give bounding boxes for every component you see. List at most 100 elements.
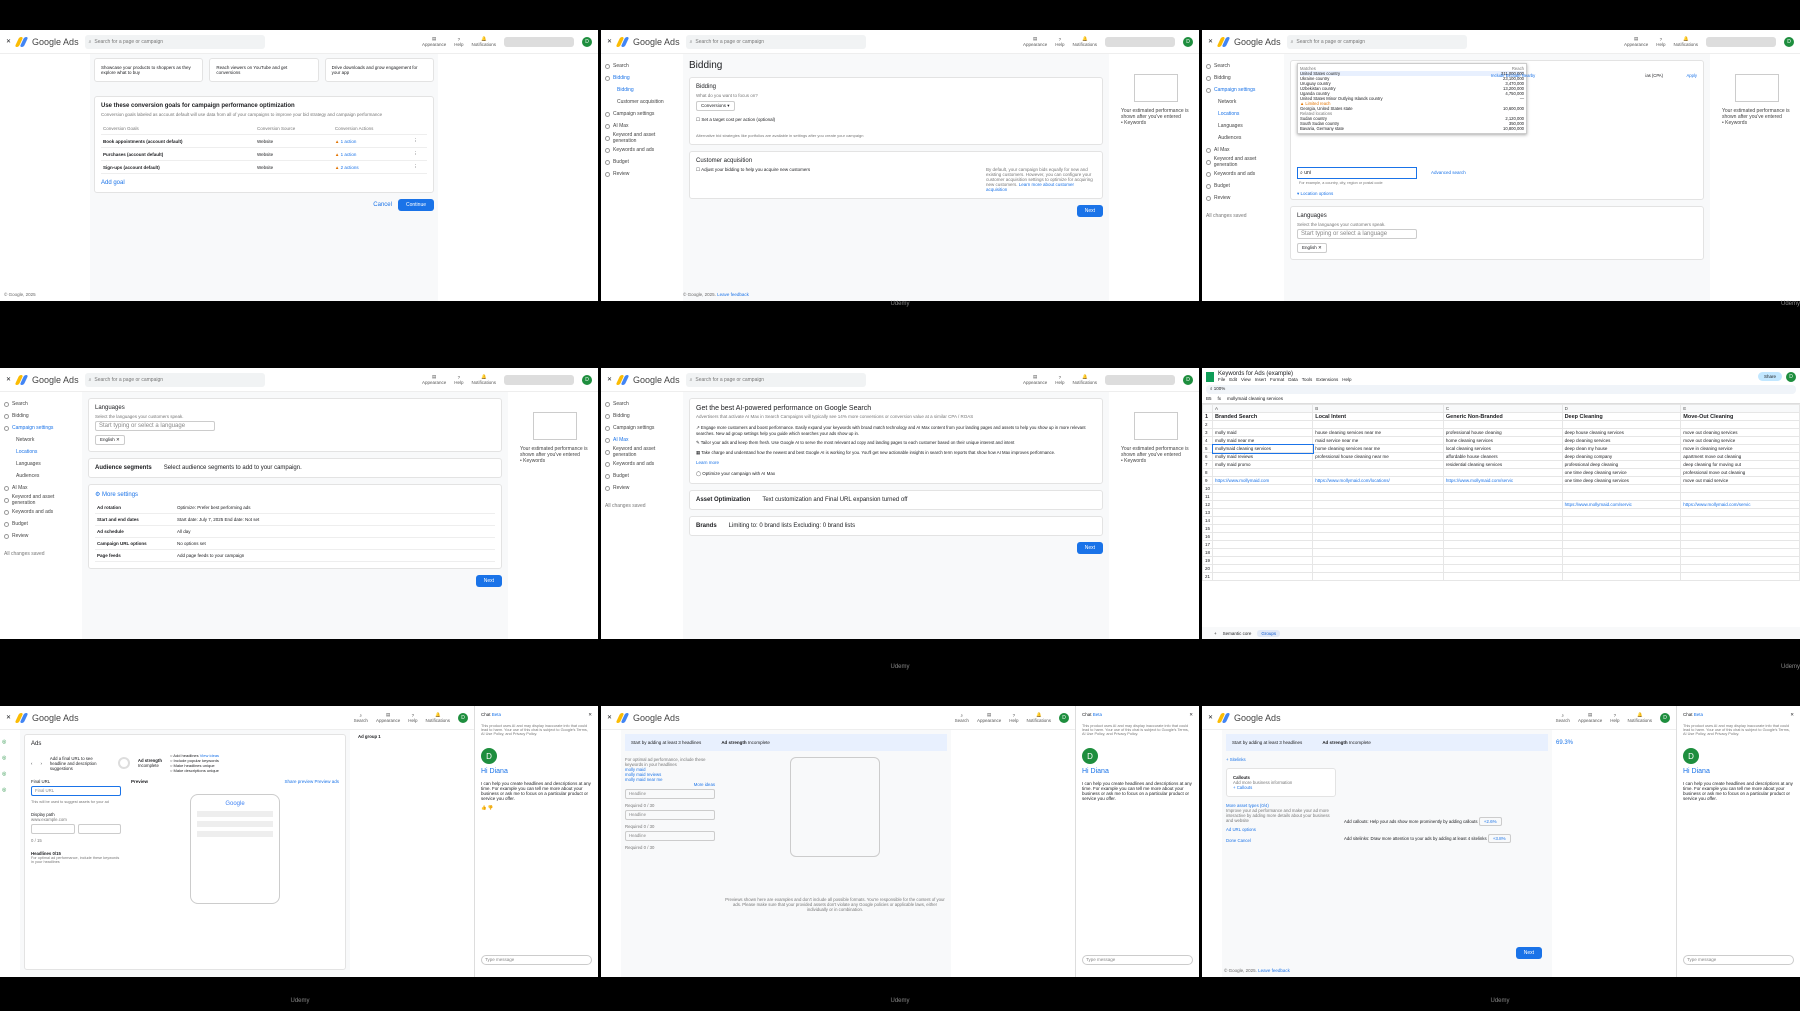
sidebar-item-keyword-generation[interactable]: Keyword and asset generation <box>4 494 74 506</box>
table-row[interactable]: Campaign URL options No options set <box>95 537 495 550</box>
menu-item[interactable]: Tools <box>1302 377 1313 382</box>
close-icon[interactable]: ✕ <box>1790 712 1794 718</box>
goal-card[interactable]: Reach viewers on YouTube and get convers… <box>209 58 319 82</box>
sitelinks-button[interactable]: + Sitelinks <box>1226 757 1336 762</box>
cell[interactable]: Branded Search <box>1212 412 1314 421</box>
notifications-button[interactable]: 🔔 Notifications <box>471 374 496 385</box>
url-options-toggle[interactable]: Ad URL options <box>1226 827 1336 832</box>
cell[interactable] <box>1312 460 1444 469</box>
close-icon[interactable]: ✕ <box>607 38 612 45</box>
help-button[interactable]: ? Help <box>1009 713 1018 723</box>
sidebar-item-keyword-generation[interactable]: Keyword and asset generation <box>605 446 675 458</box>
list-item[interactable]: Bavaria, Germany state 10,800,000 <box>1300 126 1524 131</box>
advanced-search-link[interactable]: Advanced search <box>1431 170 1466 175</box>
language-chip[interactable]: English ✕ <box>95 435 125 445</box>
menu-item[interactable]: Format <box>1270 377 1284 382</box>
acquire-checkbox[interactable]: ☐ <box>696 167 700 172</box>
headline-input[interactable]: Headline <box>625 810 715 820</box>
sidebar-sub-bidding[interactable]: Bidding <box>605 84 675 96</box>
avatar[interactable]: D <box>1660 712 1670 723</box>
help-button[interactable]: ? Help <box>1055 37 1064 47</box>
cell[interactable]: professional house cleaning <box>1442 428 1563 437</box>
help-button[interactable]: ? Help <box>1055 375 1064 385</box>
cell[interactable]: apartment move out cleaning <box>1680 452 1800 461</box>
close-icon[interactable]: ✕ <box>6 376 11 383</box>
goal-card[interactable]: Showcase your products to shoppers as th… <box>94 58 204 82</box>
target-cpa-checkbox[interactable]: ☐ <box>696 117 700 122</box>
cell[interactable] <box>1442 468 1563 477</box>
final-url-input[interactable]: Final URL <box>31 786 121 796</box>
cell[interactable]: professional house cleaning near me <box>1312 452 1444 461</box>
language-chip[interactable]: English ✕ <box>1297 243 1327 253</box>
cell[interactable]: house cleaning services near me <box>1312 428 1444 437</box>
notifications-button[interactable]: 🔔 Notifications <box>1627 712 1652 723</box>
cell[interactable]: molly maid near me <box>1212 436 1314 445</box>
sidebar-item-bidding[interactable]: Bidding <box>1206 72 1276 84</box>
more-settings-toggle[interactable]: ⚙ More settings <box>95 491 495 498</box>
audience-card[interactable]: Audience segments Select audience segment… <box>88 458 502 478</box>
sidebar-sub-network[interactable]: Network <box>4 434 74 446</box>
cell[interactable]: https://www.mollymaid.com/servic <box>1680 500 1800 509</box>
formula-input[interactable]: mollymaid cleaning services <box>1227 396 1283 401</box>
feedback-link[interactable]: Leave feedback <box>717 292 749 297</box>
table-row[interactable]: Ad schedule All day <box>95 525 495 538</box>
cell[interactable]: home cleaning services <box>1442 436 1563 445</box>
col-header[interactable]: D <box>1561 404 1682 413</box>
cell[interactable] <box>1442 500 1563 509</box>
headline-input[interactable]: Headline <box>625 789 715 799</box>
next-icon[interactable]: › <box>40 761 41 766</box>
continue-button[interactable]: Continue <box>397 199 434 211</box>
cell[interactable]: Local Intent <box>1312 412 1444 421</box>
table-row[interactable]: Ad rotation Optimize: Prefer best perform… <box>95 502 495 514</box>
appearance-button[interactable]: ▤ Appearance <box>1023 36 1047 47</box>
chat-input[interactable]: Type message <box>481 955 592 965</box>
search-button[interactable]: ⌕ Search <box>955 713 969 723</box>
add-sheet-icon[interactable]: + <box>1214 631 1217 636</box>
cell[interactable]: professional move out cleaning <box>1680 468 1800 477</box>
cell[interactable]: home cleaning services near me <box>1312 444 1444 453</box>
share-preview-link[interactable]: Share preview <box>284 779 313 784</box>
cell[interactable]: deep cleaning for moving out <box>1680 460 1800 469</box>
menu-item[interactable]: View <box>1241 377 1251 382</box>
cell[interactable]: move in cleaning service <box>1680 444 1800 453</box>
avatar[interactable]: D <box>582 36 592 47</box>
done-button[interactable]: Done <box>1226 838 1236 843</box>
cell[interactable]: deep clean my house <box>1561 444 1682 453</box>
cell[interactable]: one time deep cleaning services <box>1561 476 1682 485</box>
sidebar-item-keyword-generation[interactable]: Keyword and asset generation <box>605 132 675 144</box>
cell[interactable]: residential cleaning services <box>1442 460 1563 469</box>
help-button[interactable]: ? Help <box>1656 37 1665 47</box>
cancel-button[interactable]: Cancel <box>1237 838 1250 843</box>
chat-input[interactable]: Type message <box>1082 955 1193 965</box>
sidebar-item-keywords-ads[interactable]: Keywords and ads <box>1206 168 1276 180</box>
goal-card[interactable]: Drive downloads and grow engagement for … <box>324 58 434 82</box>
help-button[interactable]: ? Help <box>408 713 417 723</box>
more-ideas-link[interactable]: More ideas <box>625 782 715 787</box>
search-input[interactable]: ⌕ Search for a page or campaign <box>1286 34 1467 49</box>
search-input[interactable]: ⌕ Search for a page or campaign <box>685 34 866 49</box>
more-icon[interactable]: ⋮ <box>411 160 427 174</box>
notifications-button[interactable]: 🔔 Notifications <box>471 36 496 47</box>
sidebar-item-budget[interactable]: Budget <box>605 156 675 168</box>
search-input[interactable]: ⌕ Search for a page or campaign <box>84 34 265 49</box>
location-options-toggle[interactable]: ▾ Location options <box>1297 191 1333 197</box>
language-input[interactable]: Start typing or select a language <box>95 421 215 431</box>
sidebar-item-search[interactable]: Search <box>1206 60 1276 72</box>
appearance-button[interactable]: ▤ Appearance <box>977 712 1001 723</box>
sidebar-sub-languages[interactable]: Languages <box>1206 120 1276 132</box>
cell[interactable]: move out maid service <box>1680 476 1800 485</box>
cell[interactable]: Deep Cleaning <box>1561 412 1682 421</box>
cell[interactable]: https://www.mollymaid.com/locations/ <box>1312 476 1444 485</box>
sidebar-item-bidding[interactable]: Bidding <box>605 72 675 84</box>
feedback-link[interactable]: Leave feedback <box>1258 968 1290 973</box>
thumbs-up-icon[interactable]: 👍 <box>481 805 487 810</box>
actions-link[interactable]: 2 actions <box>341 165 359 170</box>
sidebar-item-budget[interactable]: Budget <box>4 518 74 530</box>
cell[interactable]: molly maid <box>1212 428 1314 437</box>
close-icon[interactable]: ✕ <box>6 38 11 45</box>
next-button[interactable]: Next <box>1076 542 1103 554</box>
avatar[interactable]: D <box>1183 374 1193 385</box>
callouts-suggestion[interactable]: Add callouts: Help your ads show more pr… <box>1344 817 1548 826</box>
sidebar-item-ai-max[interactable]: AI Max <box>605 120 675 132</box>
cell[interactable]: molly maid promo <box>1212 460 1314 469</box>
